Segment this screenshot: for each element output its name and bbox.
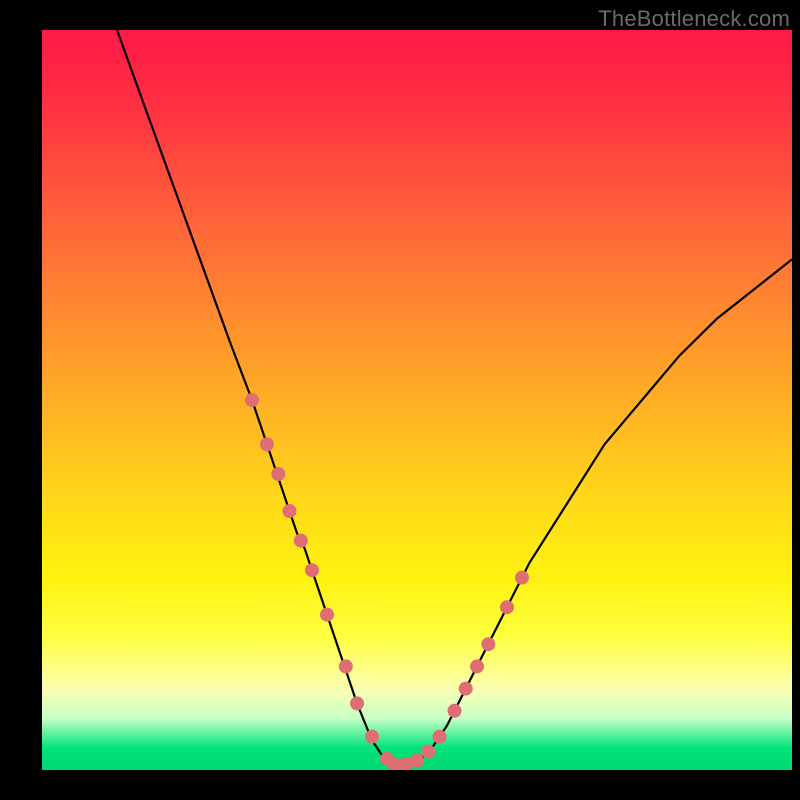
highlight-dot (245, 393, 259, 407)
highlight-dot (481, 637, 495, 651)
highlight-dots (245, 393, 529, 770)
highlight-dot (421, 745, 435, 759)
watermark-text: TheBottleneck.com (598, 6, 790, 32)
highlight-dot (365, 730, 379, 744)
plot-area (42, 30, 792, 770)
highlight-dot (260, 437, 274, 451)
highlight-dot (515, 571, 529, 585)
highlight-dot (305, 563, 319, 577)
curve-layer (42, 30, 792, 770)
highlight-dot (448, 704, 462, 718)
chart-frame: TheBottleneck.com (0, 0, 800, 800)
highlight-dot (283, 504, 297, 518)
highlight-dot (410, 753, 424, 767)
highlight-dot (350, 696, 364, 710)
highlight-dot (271, 467, 285, 481)
highlight-dot (470, 659, 484, 673)
highlight-dot (459, 682, 473, 696)
highlight-dot (500, 600, 514, 614)
highlight-dot (433, 730, 447, 744)
highlight-dot (294, 534, 308, 548)
highlight-dot (320, 608, 334, 622)
bottleneck-curve (117, 30, 792, 766)
highlight-dot (339, 659, 353, 673)
